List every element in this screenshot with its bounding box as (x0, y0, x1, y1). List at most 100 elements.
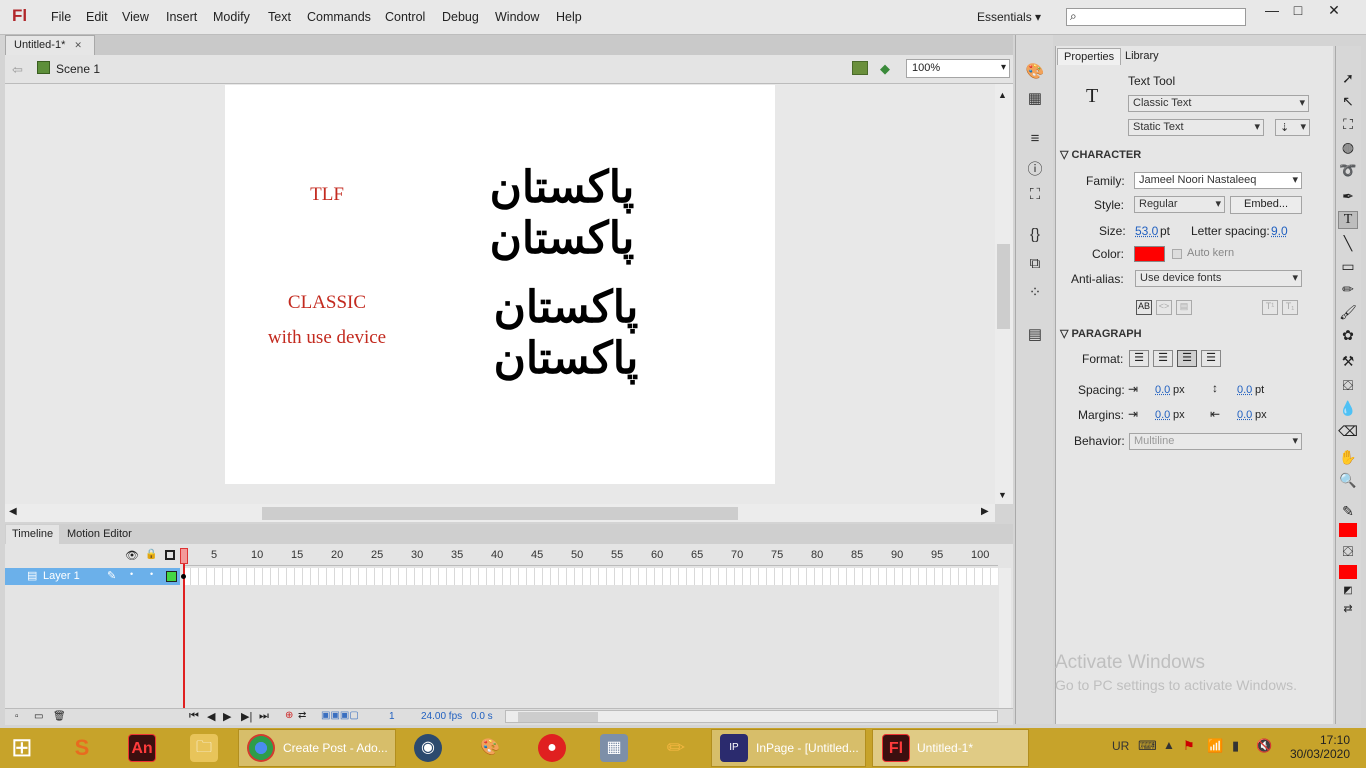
auto-kern-checkbox[interactable] (1172, 249, 1182, 259)
swap-colors-icon[interactable]: ⇄ (1338, 602, 1358, 620)
html-render-icon[interactable]: <> (1156, 300, 1172, 315)
close-button[interactable]: ✕ (1320, 3, 1348, 19)
tray-arrow-icon[interactable]: ▲ (1163, 738, 1175, 752)
record-app-icon[interactable]: ● (538, 734, 566, 762)
vertical-scroll-thumb[interactable] (997, 244, 1010, 329)
subselection-tool-icon[interactable]: ↖ (1338, 93, 1358, 111)
default-colors-icon[interactable]: ◩ (1338, 585, 1358, 603)
playhead-handle[interactable] (180, 548, 188, 564)
network-icon[interactable]: 📶 (1207, 738, 1223, 754)
zoom-select[interactable]: 100% ▾ (906, 59, 1010, 78)
menu-debug[interactable]: Debug (442, 10, 479, 24)
scroll-down-icon[interactable]: ▼ (998, 490, 1007, 500)
transform-icon[interactable]: ⛶ (1025, 186, 1045, 204)
scroll-left-icon[interactable]: ◀ (9, 506, 17, 517)
eraser-tool-icon[interactable]: ⌫ (1338, 423, 1358, 441)
step-back-icon[interactable]: ◀ (207, 710, 215, 723)
stroke-color-swatch[interactable] (1339, 523, 1357, 537)
menu-insert[interactable]: Insert (166, 10, 197, 24)
stage-vertical-scrollbar[interactable]: ▲ ▼ (995, 84, 1013, 504)
3d-rotation-tool-icon[interactable]: ◍ (1338, 139, 1358, 157)
workspace-switcher[interactable]: Essentials ▾ (977, 10, 1041, 24)
center-frame-icon[interactable]: ⊕ (285, 710, 293, 721)
fill-color-swatch[interactable] (1339, 565, 1357, 579)
deco-tool-icon[interactable]: ✿ (1338, 327, 1358, 345)
text-type-select[interactable]: Static Text (1128, 119, 1264, 136)
left-margin-value[interactable]: 0.0 (1155, 409, 1170, 421)
rectangle-tool-icon[interactable]: ▭ (1338, 258, 1358, 276)
calculator-icon[interactable]: ▦ (600, 734, 628, 762)
font-family-select[interactable]: Jameel Noori Nastaleeq (1134, 172, 1302, 189)
tab-motion-editor[interactable]: Motion Editor (61, 525, 138, 544)
line-tool-icon[interactable]: ╲ (1338, 235, 1358, 253)
border-icon[interactable]: ▤ (1176, 300, 1192, 315)
text-engine-select[interactable]: Classic Text (1128, 95, 1309, 112)
menu-edit[interactable]: Edit (86, 10, 108, 24)
menu-modify[interactable]: Modify (213, 10, 250, 24)
pencil-app-icon[interactable]: ✏ (662, 734, 690, 762)
lasso-tool-icon[interactable]: ➰ (1338, 162, 1358, 180)
character-section-header[interactable]: ▽ CHARACTER (1060, 148, 1141, 161)
info-icon[interactable]: ⓘ (1025, 158, 1045, 178)
visibility-dot-icon[interactable]: • (130, 569, 133, 579)
eye-icon[interactable]: 👁 (125, 549, 139, 562)
behavior-select[interactable]: Multiline (1129, 433, 1302, 450)
line-spacing-value[interactable]: 0.0 (1237, 384, 1252, 396)
play-icon[interactable]: ▶ (223, 710, 231, 723)
timeline-scroll-thumb[interactable] (518, 712, 598, 722)
paragraph-section-header[interactable]: ▽ PARAGRAPH (1060, 327, 1142, 340)
indent-value[interactable]: 0.0 (1155, 384, 1170, 396)
align-icon[interactable]: ≡ (1025, 130, 1045, 148)
go-last-icon[interactable]: ⏭ (259, 710, 269, 723)
taskbar-clock[interactable]: 17:10 30/03/2020 (1285, 733, 1350, 761)
go-first-icon[interactable]: ⏮ (189, 710, 199, 723)
embed-button[interactable]: Embed... (1230, 196, 1302, 214)
selectable-text-icon[interactable]: AB (1136, 300, 1152, 315)
font-style-select[interactable]: Regular (1134, 196, 1225, 213)
menu-text[interactable]: Text (268, 10, 291, 24)
text-tool-button-icon[interactable]: T (1338, 211, 1358, 229)
pencil-tool-icon[interactable]: ✏ (1338, 281, 1358, 299)
eyedropper-tool-icon[interactable]: 💧 (1338, 400, 1358, 418)
brush-tool-icon[interactable]: 🖌 (1338, 304, 1358, 322)
hand-tool-icon[interactable]: ✋ (1338, 449, 1358, 467)
stage-horizontal-scrollbar[interactable]: ◀ ▶ (5, 504, 995, 522)
volume-icon[interactable]: 🔇 (1256, 738, 1272, 754)
onion-skin-icon[interactable]: ▣▣▣▢ (321, 710, 359, 721)
bone-tool-icon[interactable]: ⚒ (1338, 353, 1358, 371)
keyframe-icon[interactable] (181, 574, 186, 579)
action-center-icon[interactable]: ⚑ (1183, 738, 1195, 754)
subscript-icon[interactable]: T₁ (1282, 300, 1298, 315)
battery-icon[interactable]: ▮ (1232, 738, 1239, 754)
loop-icon[interactable]: ⇄ (298, 710, 306, 721)
language-indicator[interactable]: UR (1112, 739, 1129, 753)
menu-view[interactable]: View (122, 10, 149, 24)
minimize-button[interactable]: — (1258, 3, 1286, 19)
lock-icon[interactable]: 🔒 (145, 549, 157, 560)
new-folder-icon[interactable]: ▭ (34, 711, 43, 722)
menu-file[interactable]: File (51, 10, 71, 24)
step-forward-icon[interactable]: ▶| (241, 710, 252, 723)
horizontal-scroll-thumb[interactable] (262, 507, 738, 520)
windows-start-icon[interactable]: ⊞ (11, 733, 33, 761)
playhead[interactable] (183, 548, 185, 710)
free-transform-tool-icon[interactable]: ⛶ (1338, 116, 1358, 134)
superscript-icon[interactable]: T¹ (1262, 300, 1278, 315)
scroll-up-icon[interactable]: ▲ (998, 90, 1007, 100)
paint-bucket-tool-icon[interactable]: ⛋ (1338, 377, 1358, 395)
new-layer-icon[interactable]: ▫ (15, 711, 19, 722)
help-search-input[interactable]: ⌕ (1066, 8, 1246, 26)
edit-symbols-icon[interactable]: ◆ (880, 61, 896, 76)
frames-row[interactable] (183, 568, 998, 585)
align-right-icon[interactable]: ☰ (1177, 350, 1197, 367)
layer-row[interactable]: ▤ Layer 1 ✎ • • (5, 568, 180, 585)
letter-spacing-value[interactable]: 9.0 (1271, 224, 1288, 238)
zoom-tool-icon[interactable]: 🔍 (1338, 472, 1358, 490)
orientation-select[interactable]: ⇣ (1275, 119, 1310, 136)
tab-properties[interactable]: Properties (1057, 48, 1122, 65)
layer-color-icon[interactable] (166, 571, 177, 582)
movie-explorer-icon[interactable]: ▤ (1025, 325, 1045, 343)
antialias-select[interactable]: Use device fonts (1135, 270, 1302, 287)
media-app-icon[interactable]: ◉ (414, 734, 442, 762)
urdu-text-tlf[interactable]: پاکستان پاکستان (462, 162, 662, 264)
